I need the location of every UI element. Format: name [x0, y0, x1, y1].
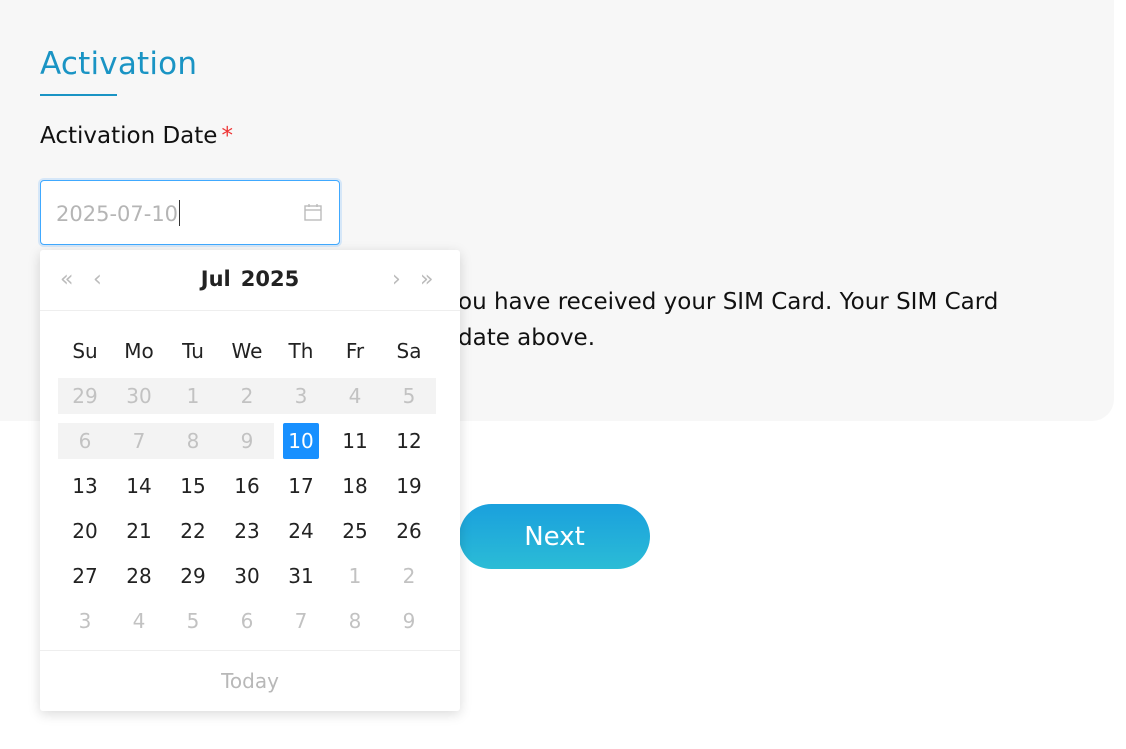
- calendar-day-next-month[interactable]: 8: [328, 603, 382, 639]
- date-picker-header: « ‹ Jul 2025 › »: [40, 250, 460, 311]
- calendar-grid: Su Mo Tu We Th Fr Sa 29 30 1 2 3 4 5 6 7…: [58, 328, 436, 643]
- calendar-day-next-month[interactable]: 6: [220, 603, 274, 639]
- calendar-day[interactable]: 26: [382, 513, 436, 549]
- year-select[interactable]: 2025: [241, 267, 299, 291]
- calendar-week-row: 20 21 22 23 24 25 26: [58, 508, 436, 553]
- text-caret: [179, 200, 181, 226]
- title-underline: [40, 94, 117, 96]
- calendar-day[interactable]: 30: [220, 558, 274, 594]
- description-line-1: ou have received your SIM Card. Your SIM…: [458, 289, 999, 315]
- today-button[interactable]: Today: [221, 669, 279, 693]
- weekday-label: Th: [288, 338, 314, 363]
- weekday-label: Mo: [124, 338, 154, 363]
- calendar-week-row: 29 30 1 2 3 4 5: [58, 373, 436, 418]
- calendar-day-next-month[interactable]: 2: [382, 558, 436, 594]
- calendar-day[interactable]: 16: [220, 468, 274, 504]
- calendar-day-next-month[interactable]: 5: [166, 603, 220, 639]
- calendar-week-row: 27 28 29 30 31 1 2: [58, 553, 436, 598]
- weekday-label: Su: [72, 338, 98, 363]
- date-picker-dropdown: « ‹ Jul 2025 › » Su Mo Tu We Th Fr Sa 29 …: [40, 250, 460, 711]
- calendar-day-next-month[interactable]: 7: [274, 603, 328, 639]
- calendar-day[interactable]: 31: [274, 558, 328, 594]
- calendar-day[interactable]: 21: [112, 513, 166, 549]
- calendar-day-next-month[interactable]: 4: [112, 603, 166, 639]
- selected-day-marker[interactable]: 10: [283, 422, 319, 459]
- calendar-day[interactable]: 17: [274, 468, 328, 504]
- calendar-day-disabled: 7: [112, 422, 166, 459]
- calendar-day[interactable]: 12: [382, 423, 436, 459]
- calendar-day[interactable]: 13: [58, 468, 112, 504]
- weekday-label: We: [231, 338, 263, 363]
- calendar-day-disabled: 1: [166, 377, 220, 414]
- next-month-icon[interactable]: ›: [392, 267, 401, 292]
- calendar-day[interactable]: 27: [58, 558, 112, 594]
- activation-date-label: Activation Date *: [40, 123, 233, 149]
- calendar-day-disabled: 3: [274, 377, 328, 414]
- calendar-day[interactable]: 20: [58, 513, 112, 549]
- calendar-day[interactable]: 29: [166, 558, 220, 594]
- calendar-day-disabled: 30: [112, 377, 166, 414]
- calendar-day-next-month[interactable]: 1: [328, 558, 382, 594]
- calendar-day[interactable]: 14: [112, 468, 166, 504]
- weekday-label: Tu: [182, 338, 204, 363]
- date-input-value[interactable]: 2025-07-10: [56, 200, 181, 226]
- date-picker-footer: Today: [40, 650, 460, 711]
- calendar-day[interactable]: 19: [382, 468, 436, 504]
- calendar-day-disabled: 8: [166, 422, 220, 459]
- calendar-day-disabled: 2: [220, 377, 274, 414]
- calendar-week-row: 13 14 15 16 17 18 19: [58, 463, 436, 508]
- calendar-day-disabled: 5: [382, 377, 436, 414]
- next-year-icon[interactable]: »: [420, 267, 433, 292]
- calendar-day-disabled: 4: [328, 377, 382, 414]
- activation-date-input[interactable]: 2025-07-10: [40, 180, 340, 245]
- calendar-day-next-month[interactable]: 3: [58, 603, 112, 639]
- description-line-2: date above.: [458, 325, 596, 351]
- calendar-day[interactable]: 22: [166, 513, 220, 549]
- calendar-day-disabled: 6: [58, 422, 112, 459]
- calendar-icon[interactable]: [303, 202, 323, 222]
- calendar-day[interactable]: 28: [112, 558, 166, 594]
- calendar-day-disabled: 29: [58, 377, 112, 414]
- next-button[interactable]: Next: [459, 504, 650, 569]
- activation-date-label-text: Activation Date: [40, 123, 218, 149]
- calendar-day[interactable]: 25: [328, 513, 382, 549]
- calendar-day[interactable]: 23: [220, 513, 274, 549]
- weekday-label: Sa: [396, 338, 422, 363]
- section-title: Activation: [40, 46, 198, 82]
- date-value-text: 2025-07-10: [56, 202, 179, 226]
- calendar-day[interactable]: 24: [274, 513, 328, 549]
- weekday-header-row: Su Mo Tu We Th Fr Sa: [58, 328, 436, 373]
- calendar-day[interactable]: 11: [328, 423, 382, 459]
- calendar-day-selected[interactable]: 10: [274, 422, 328, 459]
- calendar-week-row: 6 7 8 9 10 11 12: [58, 418, 436, 463]
- calendar-day[interactable]: 15: [166, 468, 220, 504]
- weekday-label: Fr: [345, 338, 365, 363]
- calendar-day-disabled: 9: [220, 422, 274, 459]
- calendar-day[interactable]: 18: [328, 468, 382, 504]
- calendar-day-next-month[interactable]: 9: [382, 603, 436, 639]
- description-text: ou have received your SIM Card. Your SIM…: [458, 284, 1078, 356]
- calendar-week-row: 3 4 5 6 7 8 9: [58, 598, 436, 643]
- month-select[interactable]: Jul: [201, 267, 231, 291]
- required-mark: *: [221, 123, 233, 149]
